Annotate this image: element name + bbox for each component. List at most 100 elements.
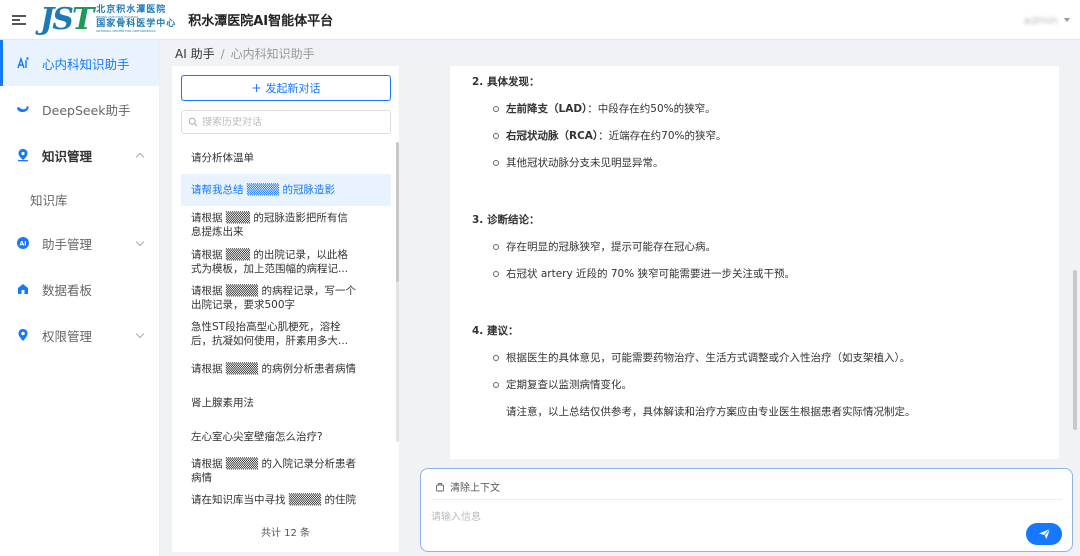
sidebar-item-label: 助手管理 (42, 236, 93, 252)
logo-en-2: NATIONAL CENTER FOR ORTHOPAEDICS (96, 29, 156, 33)
location-pin-icon (16, 148, 30, 162)
section-title: 2. 具体发现： (472, 76, 540, 88)
list-item[interactable]: 请根据 ▒▒▒▒ 的入院记录分析患者 病情 (181, 454, 391, 488)
chevron-down-icon (135, 237, 145, 247)
sidebar-item-label: DeepSeek助手 (42, 102, 131, 118)
bullet-item: 其他冠状动脉分支未见明显异常。 (472, 156, 1037, 170)
answer-card: 2. 具体发现： 左前降支（LAD）：中段存在约50%的狭窄。 右冠状动脉（RC… (450, 66, 1059, 459)
history-count: 共计 12 条 (260, 528, 311, 539)
send-icon (1038, 528, 1050, 539)
bullet-item: 根据医生的具体意见，可能需要药物治疗、生活方式调整或介入性治疗（如支架植入）。 (472, 351, 1037, 365)
list-item[interactable]: 左心室心尖室壁瘤怎么治疗? (181, 420, 391, 454)
sidebar-item-label: 知识管理 (42, 148, 93, 164)
breadcrumb: AI 助手 / 心内科知识助手 (175, 45, 315, 62)
list-item[interactable]: 急性ST段抬高型心肌梗死，溶栓 后，抗凝如何使用，肝素用多大... (181, 316, 391, 352)
sidebar-item-dashboard[interactable]: 数据看板 (0, 266, 159, 312)
bullet-item: 右冠状动脉（RCA）：近端存在约70%的狭窄。 (472, 129, 1037, 143)
sidebar-item-permissions[interactable]: 权限管理 (0, 312, 159, 358)
disclaimer-note: 请注意，以上总结仅供参考，具体解读和治疗方案应由专业医生根据患者实际情况制定。 (506, 406, 916, 418)
user-name[interactable]: admin (1024, 14, 1058, 27)
sidebar: 心内科知识助手 DeepSeek助手 知识管理 知识库 AI 助手管理 数据看板… (0, 40, 160, 556)
list-item-text: 请根据 ▒▒▒ 的出院记录，以此格 (191, 249, 348, 261)
hospital-logo: JST 北京积水潭医院 BEIJING JISHUITAN HOSPITAL 国… (40, 3, 176, 37)
logo-mark: JST (40, 1, 94, 37)
list-item[interactable]: 请根据 ▒▒▒ 的出院记录，以此格 式为模板，加上范围幅的病程记... (181, 244, 391, 280)
home-icon (16, 282, 30, 296)
history-list: 请分析体温单 请帮我总结 ▒▒▒▒ 的冠脉造影 请根据 ▒▒▒ 的冠脉造影把所有… (181, 142, 391, 518)
search-input[interactable] (202, 116, 382, 128)
list-item-text: 请分析体温单 (191, 152, 254, 164)
list-item-text: 左心室心尖室壁瘤怎么治疗? (191, 431, 323, 443)
list-item[interactable]: 请根据 ▒▒▒ 的冠脉造影把所有信 息提炼出来 (181, 206, 391, 244)
logo-text: 北京积水潭医院 BEIJING JISHUITAN HOSPITAL 国家骨科医… (96, 6, 176, 33)
bullet-bold: 右冠状动脉（RCA） (506, 130, 599, 142)
sidebar-item-deepseek[interactable]: DeepSeek助手 (0, 86, 159, 132)
deepseek-whale-icon (16, 102, 30, 116)
search-icon (188, 117, 198, 127)
history-scrollbar-thumb[interactable] (396, 142, 399, 282)
send-button[interactable] (1026, 523, 1062, 545)
menu-toggle-icon[interactable] (12, 14, 26, 25)
list-item-text-2: 后，抗凝如何使用，肝素用多大... (191, 335, 349, 347)
message-composer: 清除上下文 (420, 468, 1073, 552)
sidebar-item-label: 权限管理 (42, 328, 93, 344)
top-header: JST 北京积水潭医院 BEIJING JISHUITAN HOSPITAL 国… (0, 0, 1080, 40)
sidebar-item-assistant-mgmt[interactable]: AI 助手管理 (0, 220, 159, 266)
list-item[interactable]: 请帮我总结 ▒▒▒▒ 的冠脉造影 (181, 174, 391, 206)
chevron-up-icon (135, 152, 145, 162)
bullet-item: 定期复查以监测病情变化。 (472, 378, 1037, 392)
breadcrumb-separator: / (220, 47, 225, 61)
list-item[interactable]: 请根据 ▒▒▒▒ 的病例分析患者病情 (181, 352, 391, 386)
list-item[interactable]: 请根据 ▒▒▒▒ 的病程记录，写一个 出院记录，要求500字 (181, 280, 391, 316)
list-item-text: 请帮我总结 ▒▒▒▒ 的冠脉造影 (191, 184, 335, 196)
list-item-text-2: 息提炼出来 (191, 226, 244, 238)
list-item-text: 肾上腺素用法 (191, 397, 254, 409)
breadcrumb-current: 心内科知识助手 (230, 47, 315, 61)
list-item[interactable]: 请分析体温单 (181, 142, 391, 174)
clear-context-button[interactable]: 清除上下文 (435, 479, 500, 494)
section-title: 3. 诊断结论： (472, 214, 540, 226)
svg-text:AI: AI (20, 241, 27, 248)
new-chat-button[interactable]: + 发起新对话 (181, 75, 391, 101)
chevron-down-icon (135, 329, 145, 339)
bullet-bold: 左前降支（LAD） (506, 103, 588, 115)
sidebar-item-knowledge-mgmt[interactable]: 知识管理 (0, 132, 159, 178)
ai-badge-icon: AI (16, 236, 30, 250)
list-item[interactable]: 请在知识库当中寻找 ▒▒▒▒ 的住院 (181, 488, 391, 512)
bullet-item: 左前降支（LAD）：中段存在约50%的狭窄。 (472, 102, 1037, 116)
sidebar-item-knowledge-base[interactable]: 知识库 (0, 178, 159, 220)
list-item-text: 请根据 ▒▒▒▒ 的病程记录，写一个 (191, 285, 356, 297)
list-item-text: 请在知识库当中寻找 ▒▒▒▒ 的住院 (191, 494, 356, 506)
bullet-text: ：近端存在约70%的狭窄。 (598, 130, 727, 142)
breadcrumb-root[interactable]: AI 助手 (175, 47, 215, 61)
section-title: 4. 建议： (472, 325, 519, 337)
new-chat-label: 发起新对话 (265, 82, 321, 95)
bullet-item: 右冠状 artery 近段的 70% 狭窄可能需要进一步关注或干预。 (472, 267, 1037, 281)
content-scrollbar-thumb[interactable] (1073, 270, 1077, 430)
list-item-text: 请根据 ▒▒▒▒ 的入院记录分析患者 (191, 458, 356, 470)
sidebar-item-cardio-assistant[interactable]: 心内科知识助手 (0, 40, 159, 86)
message-input[interactable] (431, 507, 1021, 527)
list-item-text: 急性ST段抬高型心肌梗死，溶栓 (191, 321, 341, 333)
list-item-text-2: 病情 (191, 472, 212, 484)
history-search[interactable] (181, 110, 391, 134)
permission-pin-icon (16, 328, 30, 342)
ai-assistant-icon (16, 56, 30, 70)
list-item-text: 请根据 ▒▒▒ 的冠脉造影把所有信 (191, 212, 348, 224)
list-item-text-2: 式为模板，加上范围幅的病程记... (191, 263, 349, 275)
composer-divider (431, 499, 1062, 500)
sidebar-item-label: 知识库 (30, 192, 68, 208)
list-item-text: 请根据 ▒▒▒▒ 的病例分析患者病情 (191, 363, 356, 375)
bullet-text: ：中段存在约50%的狭窄。 (587, 103, 716, 115)
bullet-item: 存在明显的冠脉狭窄，提示可能存在冠心病。 (472, 240, 1037, 254)
list-item[interactable]: 肾上腺素用法 (181, 386, 391, 420)
app-title: 积水潭医院AI智能体平台 (188, 14, 334, 29)
history-panel: + 发起新对话 请分析体温单 请帮我总结 ▒▒▒▒ 的冠脉造影 请根据 ▒▒▒ … (172, 66, 399, 552)
logo-cn-2: 国家骨科医学中心 (96, 19, 177, 29)
broom-icon (436, 482, 444, 491)
sidebar-item-label: 心内科知识助手 (42, 56, 130, 72)
user-dropdown-icon[interactable] (1064, 18, 1070, 22)
plus-icon: + (251, 81, 262, 95)
clear-context-label: 清除上下文 (450, 483, 500, 494)
logo-cn-1: 北京积水潭医院 (96, 5, 167, 15)
